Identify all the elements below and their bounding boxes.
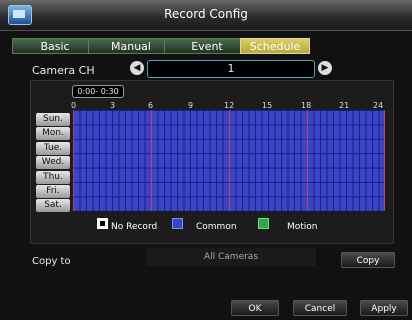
- record-config-window: Record Config Basic Manual Event Schedul…: [0, 0, 412, 320]
- day-button-wed[interactable]: Wed.: [36, 156, 70, 169]
- camera-channel-label: Camera CH: [32, 64, 95, 77]
- day-button-sat[interactable]: Sat.: [36, 199, 70, 212]
- tab-event[interactable]: Event: [164, 38, 250, 54]
- copy-button[interactable]: Copy: [341, 252, 395, 268]
- hour-label: 6: [148, 101, 154, 110]
- hour-label: 12: [224, 101, 235, 110]
- title-bar: Record Config: [0, 0, 412, 31]
- hour-label: 9: [188, 101, 194, 110]
- hour-label: 0: [71, 101, 77, 110]
- hour-marker: [73, 110, 74, 211]
- common-swatch[interactable]: [172, 218, 183, 229]
- arrow-left-icon[interactable]: ◀: [130, 61, 144, 75]
- hour-marker: [229, 110, 230, 211]
- hour-label: 24: [373, 101, 384, 110]
- tab-bar: Basic Manual Event Schedule: [12, 38, 396, 54]
- ok-button[interactable]: OK: [231, 300, 279, 316]
- apply-button[interactable]: Apply: [360, 300, 408, 316]
- hour-marker: [384, 110, 385, 211]
- day-button-mon[interactable]: Mon.: [36, 127, 70, 140]
- no-record-swatch-mark: [100, 221, 105, 226]
- legend-motion: Motion: [287, 222, 318, 232]
- day-button-thu[interactable]: Thu.: [36, 171, 70, 184]
- hour-label: 21: [339, 101, 350, 110]
- day-button-tue[interactable]: Tue.: [36, 142, 70, 155]
- arrow-right-icon[interactable]: ▶: [318, 61, 332, 75]
- tab-manual[interactable]: Manual: [88, 38, 174, 54]
- copy-target-select[interactable]: All Cameras: [146, 248, 316, 266]
- hour-label: 15: [262, 101, 273, 110]
- day-button-sun[interactable]: Sun.: [36, 113, 70, 126]
- window-title: Record Config: [164, 7, 248, 21]
- tab-schedule[interactable]: Schedule: [240, 38, 310, 54]
- camera-channel-field[interactable]: 1: [147, 60, 315, 78]
- copy-to-label: Copy to: [32, 256, 71, 267]
- day-button-fri[interactable]: Fri.: [36, 185, 70, 198]
- hour-marker: [151, 110, 152, 211]
- tab-basic[interactable]: Basic: [12, 38, 98, 54]
- time-tooltip: 0:00- 0:30: [72, 85, 124, 98]
- schedule-grid[interactable]: [73, 110, 385, 211]
- hour-label: 18: [301, 101, 312, 110]
- hour-label: 3: [110, 101, 116, 110]
- legend-common: Common: [196, 222, 237, 232]
- cancel-button[interactable]: Cancel: [293, 300, 347, 316]
- legend-no-record: No Record: [111, 222, 158, 232]
- hour-marker: [307, 110, 308, 211]
- motion-swatch[interactable]: [258, 218, 269, 229]
